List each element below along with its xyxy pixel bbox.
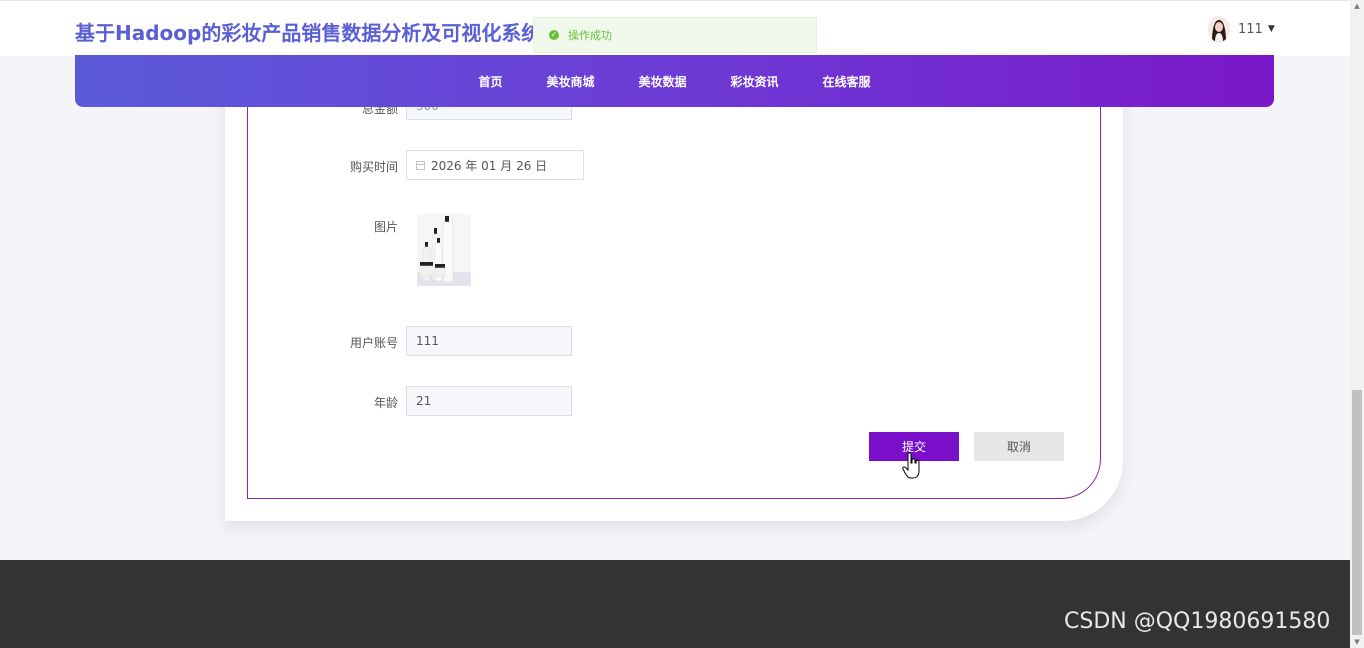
calendar-icon bbox=[416, 160, 425, 170]
product-image[interactable] bbox=[417, 214, 471, 286]
watermark-text: CSDN @QQ1980691580 bbox=[1064, 609, 1331, 634]
age-label: 年龄 bbox=[373, 396, 398, 410]
nav-item-news[interactable]: 彩妆资讯 bbox=[731, 73, 779, 90]
success-toast: ✓ 操作成功 bbox=[533, 17, 817, 53]
purchase-time-picker[interactable]: 2026 年 01 月 26 日 bbox=[406, 150, 584, 180]
scroll-down-icon[interactable]: ▼ bbox=[1350, 636, 1364, 648]
site-title: 基于Hadoop的彩妆产品销售数据分析及可视化系统的 bbox=[75, 21, 562, 45]
cancel-button[interactable]: 取消 bbox=[974, 432, 1064, 461]
username: 111 bbox=[1238, 21, 1263, 37]
hand-cursor-icon bbox=[902, 452, 922, 480]
user-menu[interactable]: 111 ▼ bbox=[1208, 16, 1275, 42]
vertical-scrollbar[interactable]: ▲ ▼ bbox=[1350, 0, 1364, 648]
toast-message: 操作成功 bbox=[568, 29, 612, 42]
age-value: 21 bbox=[416, 394, 432, 408]
age-field[interactable]: 21 bbox=[406, 386, 572, 416]
nav-item-shop[interactable]: 美妆商城 bbox=[546, 73, 594, 90]
scroll-up-icon[interactable]: ▲ bbox=[1350, 0, 1364, 12]
page-footer bbox=[0, 560, 1350, 648]
account-field[interactable]: 111 bbox=[406, 326, 572, 356]
account-value: 111 bbox=[416, 334, 439, 348]
check-circle-icon: ✓ bbox=[549, 30, 559, 40]
user-avatar bbox=[1208, 16, 1230, 42]
image-label: 图片 bbox=[373, 220, 398, 234]
main-nav: 首页 美妆商城 美妆数据 彩妆资讯 在线客服 bbox=[75, 55, 1274, 107]
purchase-time-label: 购买时间 bbox=[349, 160, 398, 174]
nav-item-home[interactable]: 首页 bbox=[478, 73, 502, 90]
account-label: 用户账号 bbox=[349, 336, 398, 350]
chevron-down-icon[interactable]: ▼ bbox=[1268, 24, 1275, 34]
nav-item-service[interactable]: 在线客服 bbox=[823, 73, 871, 90]
form-frame bbox=[247, 55, 1101, 499]
purchase-time-value: 2026 年 01 月 26 日 bbox=[431, 158, 548, 173]
nav-item-data[interactable]: 美妆数据 bbox=[638, 73, 686, 90]
scrollbar-thumb[interactable] bbox=[1352, 390, 1362, 635]
